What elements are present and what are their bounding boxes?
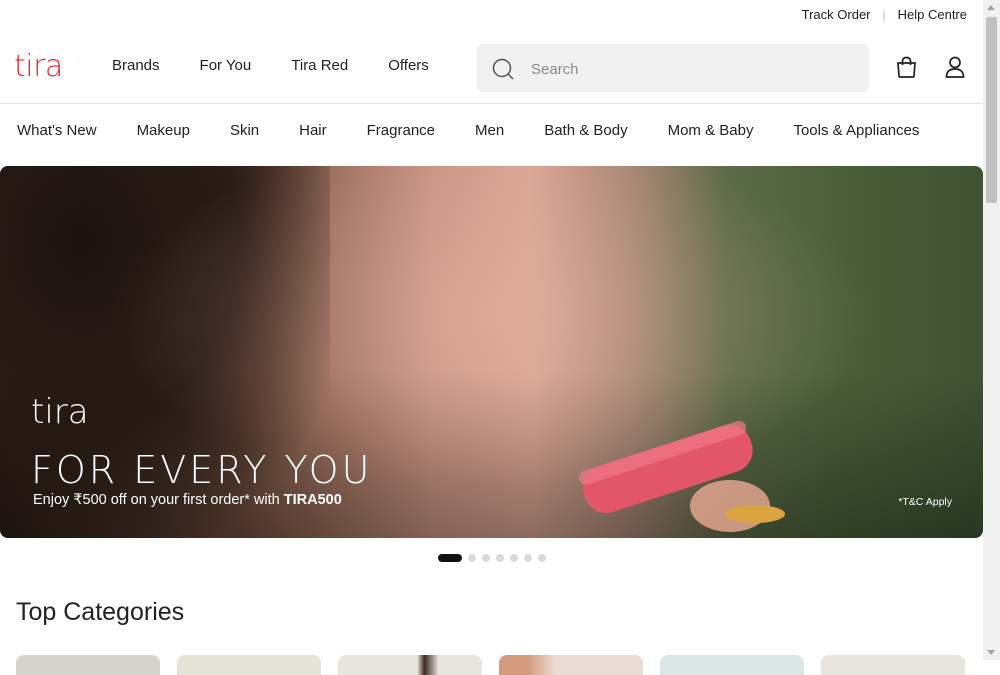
nav-for-you[interactable]: For You [200, 57, 252, 74]
category-card[interactable] [821, 655, 965, 675]
main-nav: Brands For You Tira Red Offers [112, 57, 469, 74]
hero-banner[interactable]: tira FOR EVERY YOU Enjoy ₹500 off on you… [0, 166, 983, 538]
search-input[interactable] [529, 44, 853, 94]
category-hair[interactable]: Hair [299, 122, 327, 139]
utility-links: Track Order | Help Centre [802, 7, 967, 22]
search-icon[interactable] [491, 57, 515, 86]
carousel-dot[interactable] [510, 554, 518, 562]
page-scrollbar[interactable] [983, 0, 1000, 660]
scrollbar-thumb[interactable] [986, 17, 997, 203]
category-fragrance[interactable]: Fragrance [367, 122, 435, 139]
help-centre-link[interactable]: Help Centre [898, 7, 967, 22]
category-cards [16, 655, 982, 675]
category-makeup[interactable]: Makeup [137, 122, 190, 139]
category-skin[interactable]: Skin [230, 122, 259, 139]
track-order-link[interactable]: Track Order [802, 7, 871, 22]
hero-subtitle: Enjoy ₹500 off on your first order* with… [33, 492, 342, 508]
divider: | [882, 7, 886, 22]
scroll-down-arrow[interactable] [987, 650, 995, 655]
nav-tira-red[interactable]: Tira Red [291, 57, 348, 74]
category-men[interactable]: Men [475, 122, 504, 139]
tira-logo[interactable]: tira [14, 49, 63, 84]
category-whats-new[interactable]: What's New [17, 122, 97, 139]
carousel-dot[interactable] [496, 554, 504, 562]
scroll-up-arrow[interactable] [987, 5, 995, 10]
category-mom-baby[interactable]: Mom & Baby [668, 122, 754, 139]
hero-subtitle-text: Enjoy ₹500 off on your first order* with [33, 492, 284, 508]
lipstick-illustration [578, 420, 785, 532]
hero-brand-logo: tira [31, 392, 89, 432]
category-card[interactable] [338, 655, 482, 675]
category-card[interactable] [499, 655, 643, 675]
category-card[interactable] [16, 655, 160, 675]
nav-offers[interactable]: Offers [388, 57, 429, 74]
hero-title: FOR EVERY YOU [31, 448, 373, 492]
carousel-dot[interactable] [438, 554, 462, 562]
promo-code: TIRA500 [283, 492, 342, 508]
site-header: tira Brands For You Tira Red Offers [0, 30, 983, 104]
search-bar[interactable] [477, 44, 869, 94]
carousel-dot[interactable] [524, 554, 532, 562]
carousel-dot[interactable] [468, 554, 476, 562]
user-icon[interactable] [945, 56, 965, 83]
category-card[interactable] [177, 655, 321, 675]
top-categories-heading: Top Categories [16, 598, 185, 626]
utility-bar: Track Order | Help Centre [0, 0, 983, 30]
category-nav: What's New Makeup Skin Hair Fragrance Me… [0, 104, 983, 156]
terms-note: *T&C Apply [898, 496, 952, 508]
category-card[interactable] [660, 655, 804, 675]
carousel-dot[interactable] [482, 554, 490, 562]
carousel-dot[interactable] [538, 554, 546, 562]
category-bath-body[interactable]: Bath & Body [544, 122, 627, 139]
category-tools-appliances[interactable]: Tools & Appliances [793, 122, 919, 139]
nav-brands[interactable]: Brands [112, 57, 160, 74]
bag-icon[interactable] [896, 56, 917, 83]
carousel-dots [438, 554, 552, 562]
